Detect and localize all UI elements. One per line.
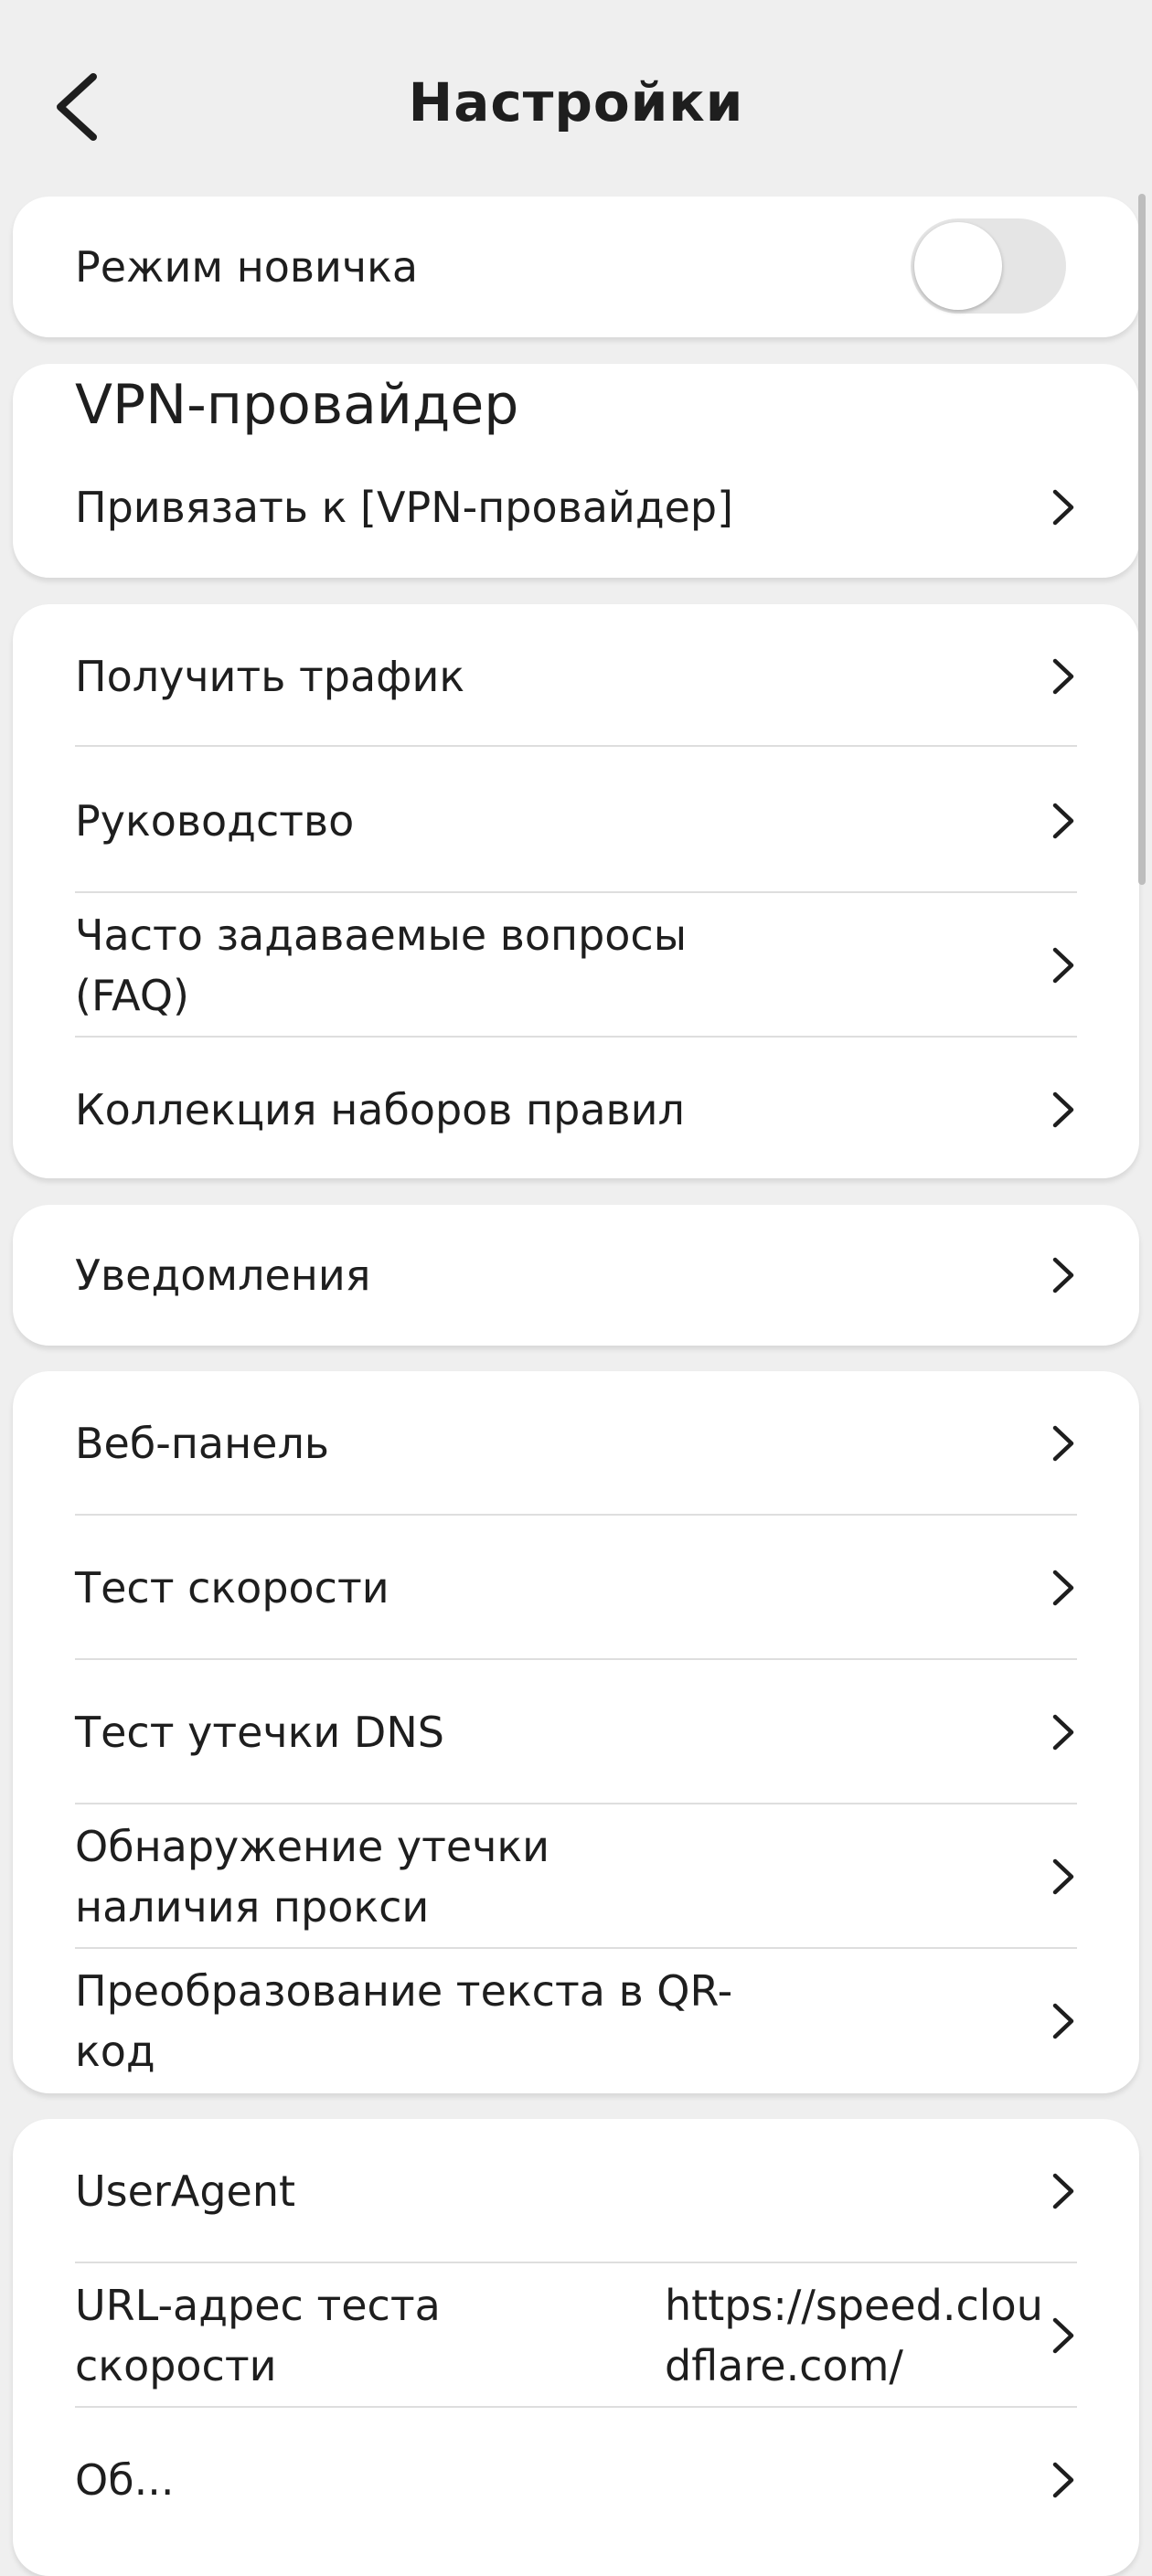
- speed-test-url-value: https://speed.cloudflare.com/: [665, 2281, 1043, 2390]
- dns-leak-test-label: Тест утечки DNS: [75, 1708, 444, 1757]
- get-traffic-label: Получить трафик: [75, 652, 465, 701]
- vpn-provider-heading: VPN-провайдер: [75, 373, 519, 437]
- chevron-right-icon: [1050, 1090, 1077, 1130]
- header-bar: Настройки: [0, 0, 1152, 192]
- about-label: Об...: [75, 2455, 175, 2505]
- about-row[interactable]: Об...: [75, 2408, 1077, 2552]
- chevron-right-icon: [1050, 1423, 1077, 1464]
- chevron-right-icon: [1050, 2001, 1077, 2041]
- toggle-knob: [914, 222, 1002, 310]
- useragent-row[interactable]: UserAgent: [75, 2119, 1077, 2263]
- vpn-bind-row[interactable]: Привязать к [VPN-провайдер]: [75, 437, 1077, 578]
- speed-test-label: Тест скорости: [75, 1563, 389, 1613]
- notifications-label: Уведомления: [75, 1251, 371, 1300]
- tools-card: Веб-панель Тест скорости Тест утечки DNS…: [13, 1371, 1139, 2093]
- vpn-bind-label: Привязать к [VPN-провайдер]: [75, 483, 734, 532]
- chevron-right-icon: [1050, 2315, 1077, 2356]
- faq-row[interactable]: Часто задаваемые вопросы (FAQ): [75, 893, 1077, 1038]
- speed-test-url-label: URL-адрес теста скорости: [75, 2281, 441, 2390]
- chevron-right-icon: [1050, 1255, 1077, 1295]
- faq-label: Часто задаваемые вопросы (FAQ): [75, 910, 688, 1020]
- chevron-right-icon: [1050, 1857, 1077, 1897]
- guide-row[interactable]: Руководство: [75, 749, 1077, 893]
- advanced-card: UserAgent URL-адрес теста скорости https…: [13, 2119, 1139, 2576]
- proxy-leak-detection-label: Обнаружение утечки наличия прокси: [75, 1822, 550, 1932]
- help-card: Получить трафик Руководство Часто задава…: [13, 604, 1139, 1178]
- speed-test-row[interactable]: Тест скорости: [75, 1516, 1077, 1660]
- page-title: Настройки: [408, 71, 744, 133]
- chevron-right-icon: [1050, 487, 1077, 527]
- notifications-card: Уведомления: [13, 1205, 1139, 1346]
- text-to-qr-label: Преобразование текста в QR-код: [75, 1966, 733, 2076]
- web-panel-row[interactable]: Веб-панель: [75, 1371, 1077, 1516]
- ruleset-collection-row[interactable]: Коллекция наборов правил: [75, 1038, 1077, 1178]
- speed-test-url-row[interactable]: URL-адрес теста скорости https://speed.c…: [75, 2263, 1077, 2408]
- text-to-qr-row[interactable]: Преобразование текста в QR-код: [75, 1949, 1077, 2093]
- chevron-right-icon: [1050, 945, 1077, 985]
- novice-mode-card: Режим новичка: [13, 197, 1139, 337]
- web-panel-label: Веб-панель: [75, 1419, 329, 1468]
- novice-mode-label: Режим новичка: [75, 242, 419, 292]
- ruleset-collection-label: Коллекция наборов правил: [75, 1085, 685, 1134]
- divider: [75, 745, 1077, 747]
- chevron-right-icon: [1050, 2460, 1077, 2500]
- get-traffic-row[interactable]: Получить трафик: [75, 604, 1077, 749]
- scrollbar[interactable]: [1138, 194, 1146, 885]
- useragent-label: UserAgent: [75, 2166, 296, 2216]
- vpn-provider-card: VPN-провайдер Привязать к [VPN-провайдер…: [13, 364, 1139, 578]
- chevron-right-icon: [1050, 2171, 1077, 2211]
- chevron-right-icon: [1050, 801, 1077, 841]
- chevron-right-icon: [1050, 656, 1077, 697]
- proxy-leak-detection-row[interactable]: Обнаружение утечки наличия прокси: [75, 1804, 1077, 1949]
- chevron-right-icon: [1050, 1568, 1077, 1608]
- notifications-row[interactable]: Уведомления: [75, 1205, 1077, 1346]
- dns-leak-test-row[interactable]: Тест утечки DNS: [75, 1660, 1077, 1804]
- novice-mode-toggle[interactable]: [911, 218, 1066, 314]
- chevron-right-icon: [1050, 1712, 1077, 1752]
- guide-label: Руководство: [75, 796, 355, 846]
